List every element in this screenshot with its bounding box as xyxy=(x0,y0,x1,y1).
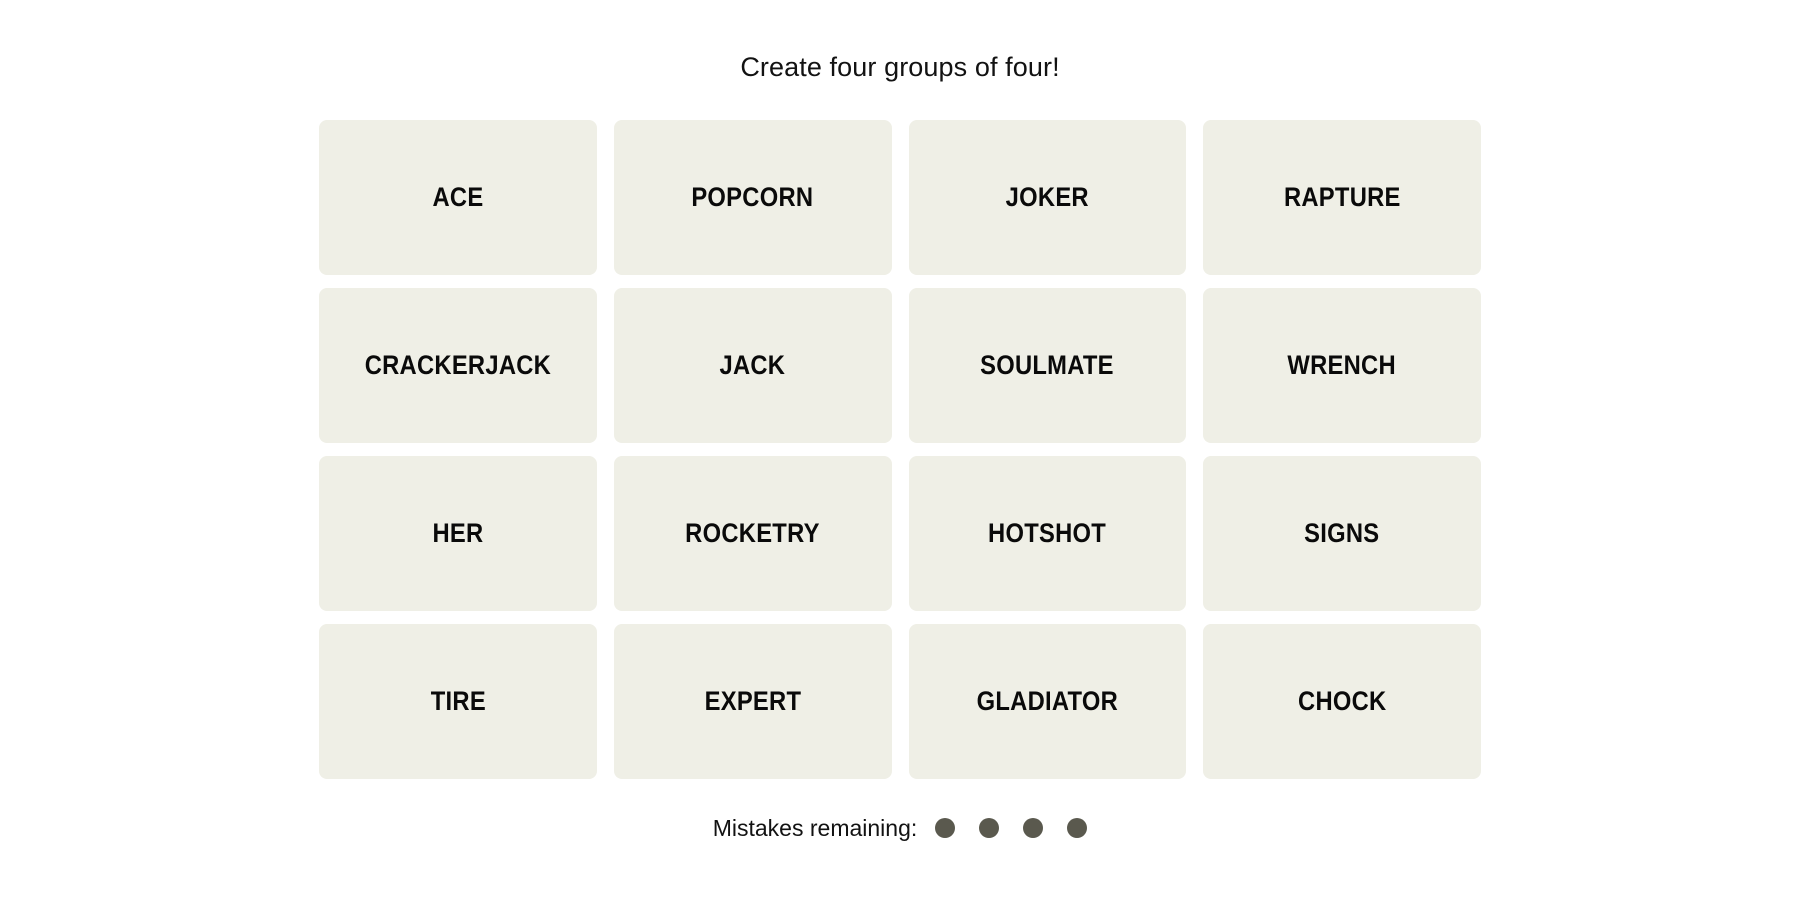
mistakes-dot-group xyxy=(935,818,1088,838)
word-tile-label: WRENCH xyxy=(1287,350,1397,380)
word-tile[interactable]: SIGNS xyxy=(1203,456,1481,611)
word-tile[interactable]: RAPTURE xyxy=(1203,120,1481,275)
mistake-dot xyxy=(1023,818,1044,838)
word-tile[interactable]: CRACKERJACK xyxy=(319,288,597,443)
word-tile[interactable]: ACE xyxy=(319,120,597,275)
word-tile[interactable]: WRENCH xyxy=(1203,288,1481,443)
mistakes-remaining-label: Mistakes remaining: xyxy=(712,815,918,841)
word-tile-label: ACE xyxy=(432,182,484,212)
mistake-dot xyxy=(935,818,956,838)
word-tile-label: TIRE xyxy=(430,686,486,716)
word-tile[interactable]: EXPERT xyxy=(613,624,892,779)
word-tile-label: RAPTURE xyxy=(1283,182,1401,212)
word-tile-label: CRACKERJACK xyxy=(364,350,552,380)
word-tile[interactable]: ROCKETRY xyxy=(613,456,892,611)
word-tile[interactable]: SOULMATE xyxy=(908,288,1187,443)
word-tile[interactable]: GLADIATOR xyxy=(908,624,1187,779)
word-tile-label: SIGNS xyxy=(1304,518,1380,548)
word-tile-label: GLADIATOR xyxy=(976,686,1119,716)
word-grid: ACE POPCORN JOKER RAPTURE CRACKERJACK JA… xyxy=(319,120,1481,779)
mistake-dot xyxy=(979,818,1000,838)
word-tile[interactable]: TIRE xyxy=(319,624,597,779)
word-tile-label: SOULMATE xyxy=(980,350,1115,380)
word-tile[interactable]: JACK xyxy=(613,288,892,443)
word-tile-label: JACK xyxy=(719,350,786,380)
word-tile-label: JOKER xyxy=(1005,182,1089,212)
instruction-text: Create four groups of four! xyxy=(740,52,1060,82)
word-tile[interactable]: JOKER xyxy=(908,120,1187,275)
word-tile-label: EXPERT xyxy=(704,686,801,716)
word-tile-label: HOTSHOT xyxy=(988,518,1107,548)
word-tile-label: POPCORN xyxy=(691,182,814,212)
word-tile[interactable]: POPCORN xyxy=(613,120,892,275)
word-tile[interactable]: CHOCK xyxy=(1203,624,1481,779)
mistake-dot xyxy=(1067,818,1088,838)
word-tile-label: ROCKETRY xyxy=(685,518,820,548)
word-tile-label: CHOCK xyxy=(1297,686,1387,716)
word-tile[interactable]: HOTSHOT xyxy=(908,456,1187,611)
mistakes-remaining-bar: Mistakes remaining: xyxy=(713,815,1088,841)
connections-game: Create four groups of four! ACE POPCORN … xyxy=(0,0,1800,900)
word-tile[interactable]: HER xyxy=(319,456,597,611)
word-tile-label: HER xyxy=(432,518,484,548)
